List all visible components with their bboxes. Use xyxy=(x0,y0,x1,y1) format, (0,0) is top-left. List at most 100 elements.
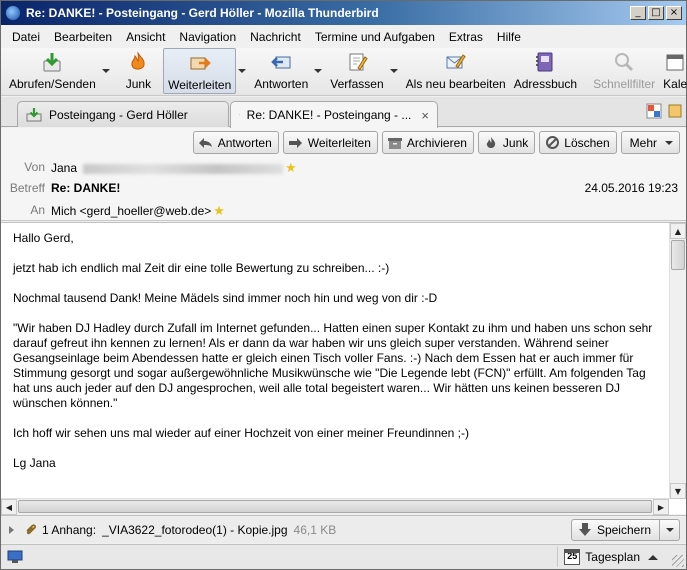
tab-close-icon[interactable]: × xyxy=(421,108,429,123)
calendar-button[interactable]: Kale xyxy=(659,48,687,94)
get-mail-dropdown-icon[interactable] xyxy=(101,69,110,73)
body-paragraph: jetzt hab ich endlich mal Zeit dir eine … xyxy=(13,261,390,275)
menu-bar: Datei Bearbeiten Ansicht Navigation Nach… xyxy=(1,26,686,48)
header-forward-label: Weiterleiten xyxy=(307,135,371,150)
minimize-button[interactable]: _ xyxy=(630,6,646,20)
window-controls: _ □ × xyxy=(630,6,682,20)
today-pane-toggle[interactable]: 25 Tagesplan xyxy=(557,547,664,567)
download-icon xyxy=(41,51,63,73)
reply-button[interactable]: Antworten xyxy=(250,48,312,94)
thunderbird-icon xyxy=(5,5,21,21)
menu-datei[interactable]: Datei xyxy=(5,30,47,44)
forward-dropdown-icon[interactable] xyxy=(238,69,247,73)
tab-message-label: Re: DANKE! - Posteingang - ... xyxy=(246,108,412,122)
header-forward-button[interactable]: Weiterleiten xyxy=(282,131,378,154)
online-status-icon[interactable] xyxy=(7,550,23,564)
message-body-pane[interactable]: Hallo Gerd, jetzt hab ich endlich mal Ze… xyxy=(1,222,686,515)
get-mail-button[interactable]: Abrufen/Senden xyxy=(5,48,100,94)
vertical-scrollbar[interactable]: ▲ ▼ xyxy=(669,223,686,499)
junk-label: Junk xyxy=(125,77,152,91)
from-row: Von Jana ★ xyxy=(1,160,686,176)
header-archive-label: Archivieren xyxy=(406,135,467,150)
expand-attachments-icon[interactable] xyxy=(9,525,14,534)
scroll-down-icon[interactable]: ▼ xyxy=(670,483,686,499)
attachment-size: 46,1 KB xyxy=(293,522,337,537)
quick-filter-button[interactable]: Schnellfilter xyxy=(589,48,659,94)
save-dropdown-icon xyxy=(665,528,674,532)
menu-nachricht[interactable]: Nachricht xyxy=(243,30,308,44)
compose-pencil-icon xyxy=(346,51,368,73)
maximize-button[interactable]: □ xyxy=(648,6,664,20)
scroll-left-icon[interactable]: ◀ xyxy=(1,499,17,515)
tab-message[interactable]: Re: DANKE! - Posteingang - ... × xyxy=(230,101,438,128)
body-paragraph: Ich hoff wir sehen uns mal wieder auf ei… xyxy=(13,426,470,440)
address-book-label: Adressbuch xyxy=(513,77,578,91)
to-label: An xyxy=(30,203,45,217)
star-icon[interactable]: ★ xyxy=(285,160,297,175)
forward-button[interactable]: Weiterleiten xyxy=(163,48,237,94)
header-reply-button[interactable]: Antworten xyxy=(192,131,279,154)
magnifier-icon xyxy=(613,51,635,73)
resize-grip-icon[interactable] xyxy=(672,555,684,567)
to-value[interactable]: Mich <gerd_hoeller@web.de> ★ xyxy=(51,203,225,219)
junk-button[interactable]: Junk xyxy=(122,48,155,94)
calendar-toolbar-icon xyxy=(664,51,686,73)
header-more-button[interactable]: Mehr xyxy=(620,131,680,154)
from-value[interactable]: Jana ★ xyxy=(51,160,297,176)
tabbar-tools xyxy=(646,103,682,119)
header-delete-label: Löschen xyxy=(564,135,610,150)
star-icon[interactable]: ★ xyxy=(213,203,225,218)
title-bar[interactable]: Re: DANKE! - Posteingang - Gerd Höller -… xyxy=(1,1,686,25)
address-book-button[interactable]: Adressbuch xyxy=(510,48,581,94)
header-junk-label: Junk xyxy=(502,135,529,150)
horizontal-scrollbar[interactable]: ◀ ▶ xyxy=(1,498,669,515)
close-button[interactable]: × xyxy=(666,6,682,20)
edit-as-new-button[interactable]: Als neu bearbeiten xyxy=(402,48,510,94)
calendar-label: Kale xyxy=(663,77,687,91)
compose-dropdown-icon[interactable] xyxy=(389,69,398,73)
body-paragraph: Nochmal tausend Dank! Meine Mädels sind … xyxy=(13,291,438,305)
get-mail-label: Abrufen/Senden xyxy=(9,77,96,91)
vertical-scroll-thumb[interactable] xyxy=(671,240,685,270)
app-menu-icon[interactable] xyxy=(668,103,682,119)
delete-circle-icon xyxy=(545,136,559,149)
edit-as-new-label: Als neu bearbeiten xyxy=(405,77,506,91)
address-book-icon xyxy=(534,51,556,73)
main-toolbar: Abrufen/Senden Junk Weiterleiten Antwort… xyxy=(1,48,687,96)
tasks-icon[interactable] xyxy=(646,103,662,119)
redacted-email xyxy=(83,163,284,174)
menu-navigation[interactable]: Navigation xyxy=(172,30,243,44)
attachment-bar[interactable]: 1 Anhang: _VIA3622_fotorodeo(1) - Kopie.… xyxy=(1,515,686,543)
attachment-summary: 1 Anhang: xyxy=(42,522,97,537)
reply-icon xyxy=(270,51,292,73)
menu-bearbeiten[interactable]: Bearbeiten xyxy=(47,30,119,44)
reply-dropdown-icon[interactable] xyxy=(314,69,323,73)
save-dropdown-button[interactable] xyxy=(660,519,680,541)
compose-button[interactable]: Verfassen xyxy=(326,48,387,94)
forward-arrow-icon xyxy=(288,137,303,149)
save-attachment-button[interactable]: Speichern xyxy=(570,519,660,541)
calendar-day-icon: 25 xyxy=(564,549,581,565)
chevron-up-icon xyxy=(648,554,658,560)
compose-label: Verfassen xyxy=(330,77,384,91)
menu-extras[interactable]: Extras xyxy=(442,30,490,44)
menu-termine-und-aufgaben[interactable]: Termine und Aufgaben xyxy=(308,30,442,44)
horizontal-scroll-thumb[interactable] xyxy=(18,500,652,513)
menu-ansicht[interactable]: Ansicht xyxy=(119,30,172,44)
header-junk-button[interactable]: Junk xyxy=(477,131,536,154)
scroll-right-icon[interactable]: ▶ xyxy=(653,499,669,515)
attachment-filename[interactable]: _VIA3622_fotorodeo(1) - Kopie.jpg xyxy=(102,523,287,537)
message-date: 24.05.2016 19:23 xyxy=(584,181,678,195)
reply-arrow-icon xyxy=(198,137,213,149)
header-delete-button[interactable]: Löschen xyxy=(539,131,617,154)
header-archive-button[interactable]: Archivieren xyxy=(381,131,474,154)
inbox-icon xyxy=(26,107,42,121)
paperclip-icon xyxy=(26,523,37,534)
tab-bar: Posteingang - Gerd Höller Re: DANKE! - P… xyxy=(1,97,686,128)
more-dropdown-icon xyxy=(665,140,673,145)
message-header: Antworten Weiterleiten Archivieren Junk … xyxy=(1,128,686,221)
tab-inbox[interactable]: Posteingang - Gerd Höller xyxy=(17,101,229,127)
menu-hilfe[interactable]: Hilfe xyxy=(490,30,528,44)
scroll-up-icon[interactable]: ▲ xyxy=(670,223,686,239)
subject-label: Betreff xyxy=(9,181,45,195)
